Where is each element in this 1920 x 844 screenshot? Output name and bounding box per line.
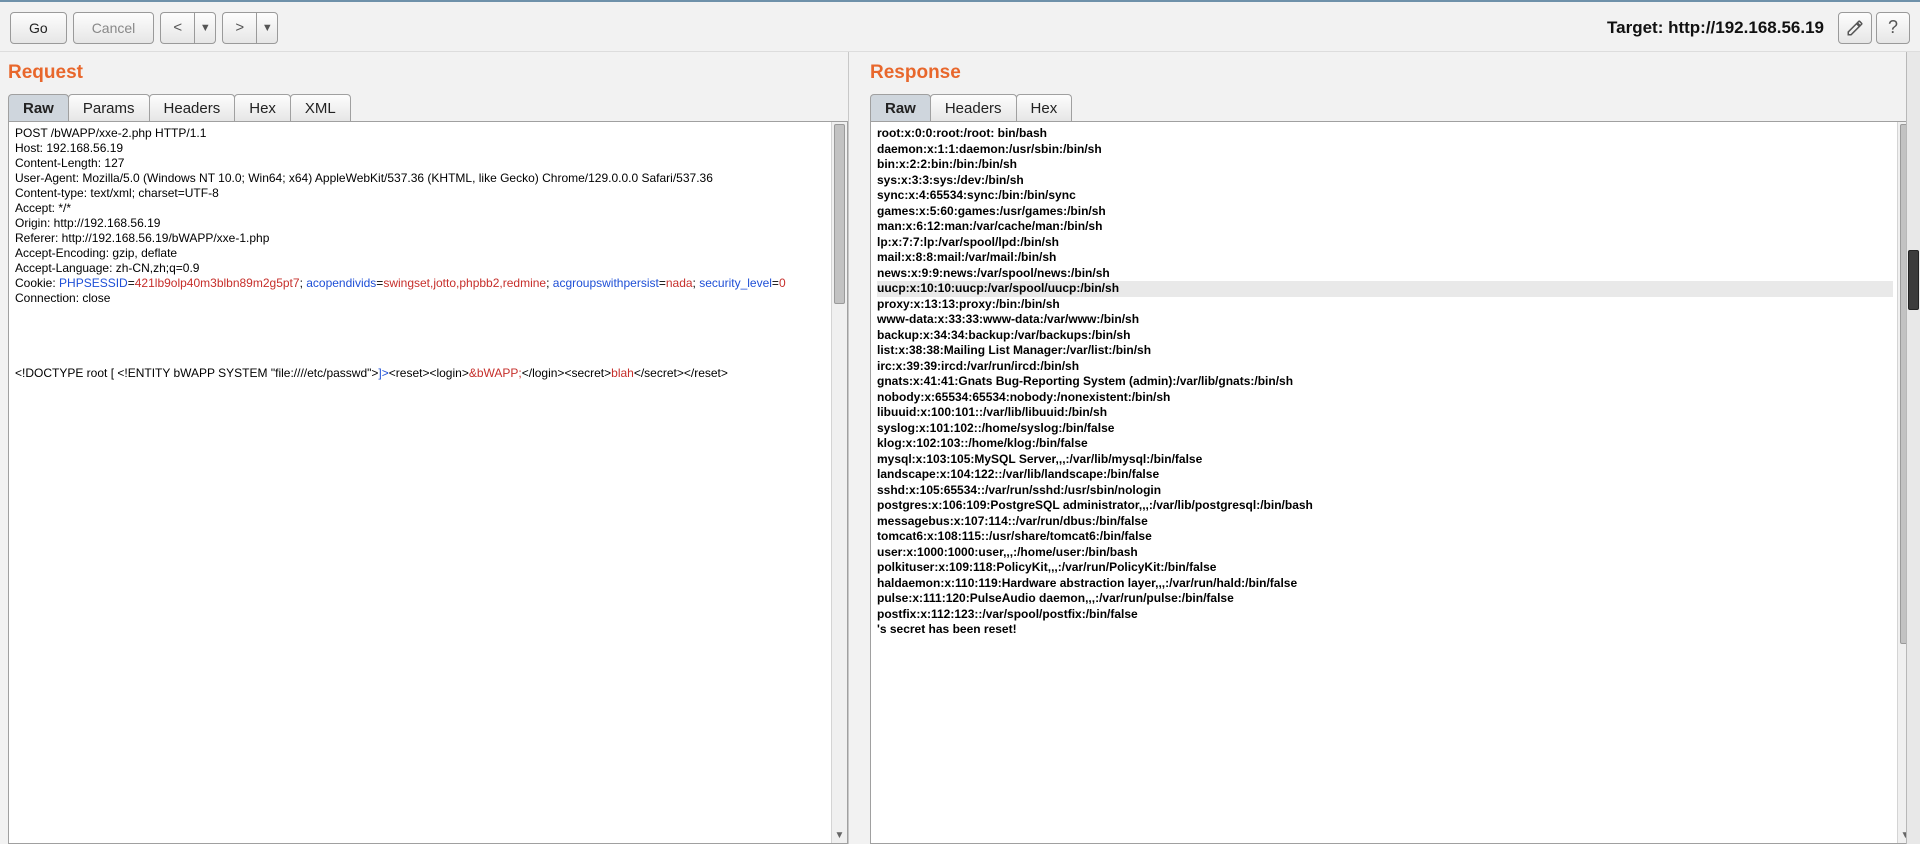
request-pane: Request RawParamsHeadersHexXML POST /bWA…	[0, 52, 848, 844]
prev-dropdown[interactable]: ▼	[194, 12, 216, 44]
response-line: tomcat6:x:108:115::/usr/share/tomcat6:/b…	[877, 529, 1893, 545]
response-line: libuuid:x:100:101::/var/lib/libuuid:/bin…	[877, 405, 1893, 421]
response-line: proxy:x:13:13:proxy:/bin:/bin/sh	[877, 297, 1893, 313]
prev-group: < ▼	[160, 12, 216, 44]
response-line: 's secret has been reset!	[877, 622, 1893, 638]
tab-hex[interactable]: Hex	[1016, 94, 1073, 121]
response-line: games:x:5:60:games:/usr/games:/bin/sh	[877, 204, 1893, 220]
response-line: sync:x:4:65534:sync:/bin:/bin/sync	[877, 188, 1893, 204]
next-button[interactable]: >	[222, 12, 256, 44]
window-scroll-thumb[interactable]	[1908, 250, 1919, 310]
next-dropdown[interactable]: ▼	[256, 12, 278, 44]
response-line: bin:x:2:2:bin:/bin:/bin/sh	[877, 157, 1893, 173]
tab-params[interactable]: Params	[68, 94, 150, 121]
response-line: lp:x:7:7:lp:/var/spool/lpd:/bin/sh	[877, 235, 1893, 251]
tab-raw[interactable]: Raw	[8, 94, 69, 121]
response-tabs: RawHeadersHex	[870, 94, 1914, 122]
request-title: Request	[8, 62, 848, 84]
go-button[interactable]: Go	[10, 12, 67, 44]
next-group: > ▼	[222, 12, 278, 44]
response-line: user:x:1000:1000:user,,,:/home/user:/bin…	[877, 545, 1893, 561]
response-pane: Response RawHeadersHex root:x:0:0:root:/…	[856, 52, 1920, 844]
response-line: nobody:x:65534:65534:nobody:/nonexistent…	[877, 390, 1893, 406]
response-line: backup:x:34:34:backup:/var/backups:/bin/…	[877, 328, 1893, 344]
response-line: landscape:x:104:122::/var/lib/landscape:…	[877, 467, 1893, 483]
response-line: list:x:38:38:Mailing List Manager:/var/l…	[877, 343, 1893, 359]
response-line: gnats:x:41:41:Gnats Bug-Reporting System…	[877, 374, 1893, 390]
response-line: syslog:x:101:102::/home/syslog:/bin/fals…	[877, 421, 1893, 437]
response-line: uucp:x:10:10:uucp:/var/spool/uucp:/bin/s…	[877, 281, 1893, 297]
response-title: Response	[870, 62, 1914, 84]
request-tabs: RawParamsHeadersHexXML	[8, 94, 848, 122]
edit-icon[interactable]	[1838, 12, 1872, 44]
response-line: klog:x:102:103::/home/klog:/bin/false	[877, 436, 1893, 452]
tab-headers[interactable]: Headers	[930, 94, 1017, 121]
response-line: root:x:0:0:root:/root: bin/bash	[877, 126, 1893, 142]
help-icon[interactable]: ?	[1876, 12, 1910, 44]
target-label: Target: http://192.168.56.19	[1607, 18, 1824, 38]
response-line: mysql:x:103:105:MySQL Server,,,:/var/lib…	[877, 452, 1893, 468]
response-line: daemon:x:1:1:daemon:/usr/sbin:/bin/sh	[877, 142, 1893, 158]
response-line: news:x:9:9:news:/var/spool/news:/bin/sh	[877, 266, 1893, 282]
response-line: haldaemon:x:110:119:Hardware abstraction…	[877, 576, 1893, 592]
response-line: sys:x:3:3:sys:/dev:/bin/sh	[877, 173, 1893, 189]
cancel-button[interactable]: Cancel	[73, 12, 155, 44]
tab-headers[interactable]: Headers	[149, 94, 236, 121]
response-line: irc:x:39:39:ircd:/var/run/ircd:/bin/sh	[877, 359, 1893, 375]
response-content[interactable]: root:x:0:0:root:/root: bin/bashdaemon:x:…	[870, 122, 1914, 844]
response-line: pulse:x:111:120:PulseAudio daemon,,,:/va…	[877, 591, 1893, 607]
window-scrollbar[interactable]	[1906, 52, 1920, 844]
response-line: man:x:6:12:man:/var/cache/man:/bin/sh	[877, 219, 1893, 235]
response-line: polkituser:x:109:118:PolicyKit,,,:/var/r…	[877, 560, 1893, 576]
scroll-down-icon[interactable]: ▼	[832, 827, 847, 843]
panes: Request RawParamsHeadersHexXML POST /bWA…	[0, 52, 1920, 844]
prev-button[interactable]: <	[160, 12, 194, 44]
request-scrollbar[interactable]: ▲ ▼	[831, 122, 847, 843]
tab-raw[interactable]: Raw	[870, 94, 931, 121]
response-line: sshd:x:105:65534::/var/run/sshd:/usr/sbi…	[877, 483, 1893, 499]
toolbar: Go Cancel < ▼ > ▼ Target: http://192.168…	[0, 0, 1920, 52]
scroll-thumb[interactable]	[834, 124, 845, 304]
response-line: messagebus:x:107:114::/var/run/dbus:/bin…	[877, 514, 1893, 530]
response-line: postfix:x:112:123::/var/spool/postfix:/b…	[877, 607, 1893, 623]
response-line: www-data:x:33:33:www-data:/var/www:/bin/…	[877, 312, 1893, 328]
tab-xml[interactable]: XML	[290, 94, 351, 121]
tab-hex[interactable]: Hex	[234, 94, 291, 121]
pane-divider[interactable]	[848, 52, 856, 844]
request-content[interactable]: POST /bWAPP/xxe-2.php HTTP/1.1 Host: 192…	[8, 122, 848, 844]
response-line: postgres:x:106:109:PostgreSQL administra…	[877, 498, 1893, 514]
response-line: mail:x:8:8:mail:/var/mail:/bin/sh	[877, 250, 1893, 266]
